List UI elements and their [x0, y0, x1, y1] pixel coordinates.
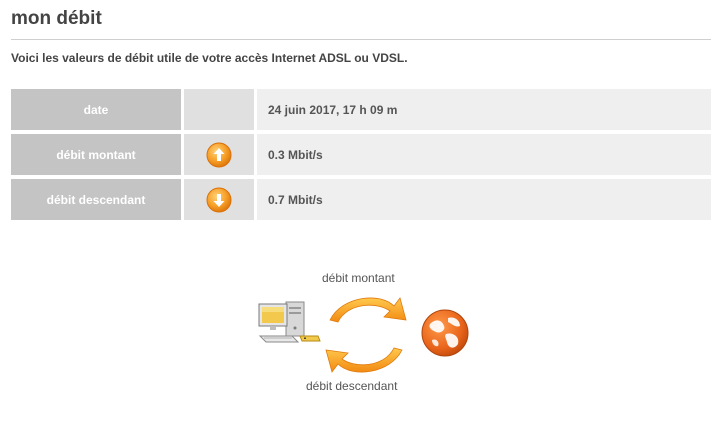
row-value: 0.7 Mbit/s — [257, 179, 711, 220]
title-divider — [11, 39, 711, 40]
page-title: mon débit — [11, 8, 102, 29]
globe-icon — [421, 309, 469, 357]
upload-arrow-icon — [206, 142, 232, 167]
table-row-upload: débit montant 0.3 Mbit/s — [11, 134, 711, 175]
row-value: 0.3 Mbit/s — [257, 134, 711, 175]
download-label: débit descendant — [306, 379, 398, 393]
upload-label: débit montant — [322, 271, 395, 285]
upload-sync-arrow-icon — [329, 297, 407, 323]
row-label: date — [11, 89, 181, 130]
connection-diagram: débit montant débit descendant — [250, 266, 490, 396]
row-label: débit descendant — [11, 179, 181, 220]
row-value: 24 juin 2017, 17 h 09 m — [257, 89, 711, 130]
intro-text: Voici les valeurs de débit utile de votr… — [11, 51, 408, 65]
computer-icon — [258, 301, 321, 343]
row-icon-cell — [184, 134, 254, 175]
download-sync-arrow-icon — [325, 347, 403, 373]
download-arrow-icon — [206, 187, 232, 212]
table-row-download: débit descendant 0.7 Mbit/s — [11, 179, 711, 220]
table-row-date: date 24 juin 2017, 17 h 09 m — [11, 89, 711, 130]
row-icon-cell — [184, 179, 254, 220]
row-label: débit montant — [11, 134, 181, 175]
row-icon-cell — [184, 89, 254, 130]
speed-info-table: date 24 juin 2017, 17 h 09 m débit monta… — [11, 89, 711, 224]
